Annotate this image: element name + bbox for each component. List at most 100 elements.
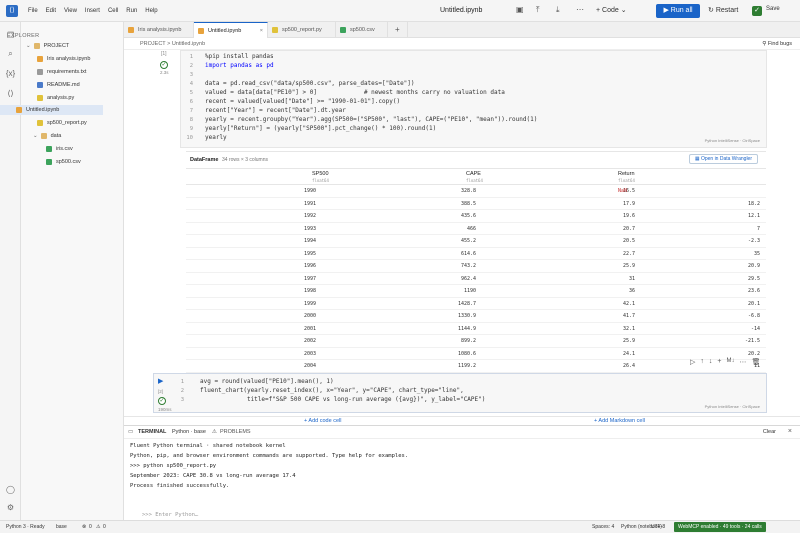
tab-sp500-report[interactable]: sp500_report.py [268, 22, 336, 38]
more-icon[interactable]: ⋯ [576, 6, 584, 14]
add-markdown-cell-button[interactable]: + Add Markdown cell [594, 418, 645, 424]
code-line: %pip install pandas [205, 53, 274, 60]
run-all-button[interactable]: ▶ Run all [656, 4, 700, 18]
table-cell: 29.5 [747, 275, 760, 282]
column-header[interactable]: CAPE [466, 171, 481, 177]
open-data-wrangler-button[interactable]: ▦ Open in Data Wrangler [688, 154, 758, 164]
run-cell-icon[interactable]: ▷ [690, 358, 695, 370]
terminal-line: Process finished successfully. [130, 483, 230, 489]
close-icon[interactable]: × [788, 428, 792, 435]
table-cell: 42.1 [622, 300, 635, 307]
line-number: 1 [180, 379, 184, 385]
add-code-cell-button[interactable]: + Add code cell [304, 418, 341, 424]
row-index: 1997 [303, 275, 316, 282]
tree-item-data-folder[interactable]: ⌄ data [33, 131, 61, 141]
code-cell-1[interactable]: 1 2 3 4 5 6 7 8 9 10 %pip install pandas… [180, 50, 767, 148]
cell-caption: Python IntelliSense · CtrlSpace [704, 138, 760, 143]
menu-help[interactable]: Help [145, 8, 157, 14]
table-cell: -6.8 [747, 313, 760, 319]
restart-label: Restart [715, 7, 739, 14]
table-cell: NaN [618, 188, 628, 194]
error-count[interactable]: 0 [89, 524, 92, 530]
table-cell: 22.7 [622, 250, 635, 257]
warning-count[interactable]: 0 [103, 524, 106, 530]
save-file-icon[interactable]: ▣ [516, 6, 524, 14]
code-cell-2[interactable]: 1 2 3 avg = round(valued["PE10"].mean(),… [153, 373, 767, 413]
table-cell: -14 [750, 325, 760, 332]
tab-untitled-notebook[interactable]: Untitled.ipynb × [194, 22, 268, 38]
menu-file[interactable]: File [28, 8, 38, 14]
tab-problems[interactable]: PROBLEMS [220, 429, 251, 435]
tree-item-label: sp500_report.py [47, 120, 87, 126]
move-up-icon[interactable]: ⤒ [536, 6, 540, 14]
encoding-status[interactable]: UTF-8 [651, 524, 665, 530]
row-index: 1991 [303, 200, 316, 207]
tab-python-base[interactable]: Python · base [172, 429, 206, 435]
table-cell: 25.9 [622, 263, 635, 269]
menu-insert[interactable]: Insert [85, 8, 100, 14]
menu-cell[interactable]: Cell [108, 8, 118, 14]
settings-icon[interactable]: ⚙ [5, 502, 16, 513]
explorer-title: EXPLORER [7, 33, 40, 39]
tree-item-sp500-report[interactable]: sp500_report.py [37, 118, 87, 128]
add-code-dropdown[interactable]: + Code ⌄ [596, 6, 627, 14]
move-cell-down-icon[interactable]: ↓ [709, 358, 713, 370]
restart-button[interactable]: ↻ Restart [708, 6, 738, 14]
kernel-status[interactable]: Python 3 · Ready [6, 524, 45, 530]
tree-item-label: README.md [47, 82, 80, 88]
markdown-icon[interactable]: M↓ [726, 358, 734, 370]
menu-edit[interactable]: Edit [46, 8, 56, 14]
table-cell: 20.9 [747, 263, 760, 269]
table-cell: 23.6 [747, 288, 760, 294]
menu-view[interactable]: View [64, 8, 77, 14]
tree-item-iris-csv[interactable]: iris.csv [46, 144, 73, 154]
search-icon[interactable]: ⌕ [5, 48, 16, 59]
tree-item-sp500-csv[interactable]: sp500.csv [46, 157, 81, 167]
find-bugs-label: Find bugs [767, 41, 792, 47]
tree-item-readme[interactable]: README.md [37, 80, 80, 90]
more-icon[interactable]: ⋯ [739, 358, 746, 370]
add-cell-icon[interactable]: + [717, 358, 721, 370]
environment-status[interactable]: base [56, 524, 67, 530]
code-icon[interactable]: ⟨⟩ [5, 88, 16, 99]
tree-item-analysis[interactable]: analysis.py [37, 93, 74, 103]
new-tab-button[interactable]: + [388, 22, 408, 38]
error-icon: ⊗ [82, 524, 87, 530]
row-index: 1993 [303, 225, 316, 232]
tab-label: sp500_report.py [282, 27, 322, 33]
run-cell-button[interactable]: ▶ [158, 377, 167, 386]
terminal-clear-button[interactable]: Clear [763, 429, 776, 435]
save-button[interactable]: Save [766, 6, 780, 12]
tab-terminal[interactable]: TERMINAL [138, 429, 166, 435]
tab-sp500-csv[interactable]: sp500.csv [336, 22, 388, 38]
cell-execution-count: [2] [158, 389, 164, 394]
csv-file-icon [46, 159, 52, 165]
tree-item-iris-notebook[interactable]: Iris analysis.ipynb [37, 54, 90, 64]
tree-item-requirements[interactable]: requirements.txt [37, 67, 86, 77]
terminal-line: Python, pip, and browser environment com… [130, 453, 409, 459]
table-cell: 455.2 [460, 238, 476, 244]
find-bugs-button[interactable]: ⚲ Find bugs [762, 38, 792, 50]
saved-check-icon: ✓ [752, 6, 762, 16]
project-folder[interactable]: ⌄ PROJECT [26, 41, 69, 51]
webmcp-status-badge[interactable]: WebMCP enabled · 49 tools · 24 calls [674, 522, 766, 532]
menu-run[interactable]: Run [126, 8, 137, 14]
warning-icon: ⚠ [96, 524, 101, 530]
account-icon[interactable]: ◯ [5, 484, 16, 495]
column-header[interactable]: Return [618, 171, 635, 177]
table-cell: 388.5 [460, 200, 476, 207]
terminal-input[interactable]: >>> Enter Python… [142, 512, 198, 518]
move-cell-up-icon[interactable]: ↑ [700, 358, 704, 370]
python-file-icon [37, 95, 43, 101]
indent-status[interactable]: Spaces: 4 [592, 524, 614, 530]
row-index: 2003 [303, 350, 316, 357]
move-down-icon[interactable]: ⤓ [556, 6, 560, 14]
row-index: 1995 [303, 250, 316, 257]
tab-iris-notebook[interactable]: Iris analysis.ipynb [124, 22, 194, 38]
delete-icon[interactable]: 🗑 [751, 358, 760, 370]
column-header[interactable]: SP500 [312, 171, 329, 177]
tree-item-untitled-notebook[interactable]: Untitled.ipynb [0, 105, 103, 115]
code-line: title=f"S&P 500 CAPE vs long-run average… [200, 396, 486, 403]
variables-icon[interactable]: {x} [5, 68, 16, 79]
close-icon[interactable]: × [260, 23, 263, 39]
